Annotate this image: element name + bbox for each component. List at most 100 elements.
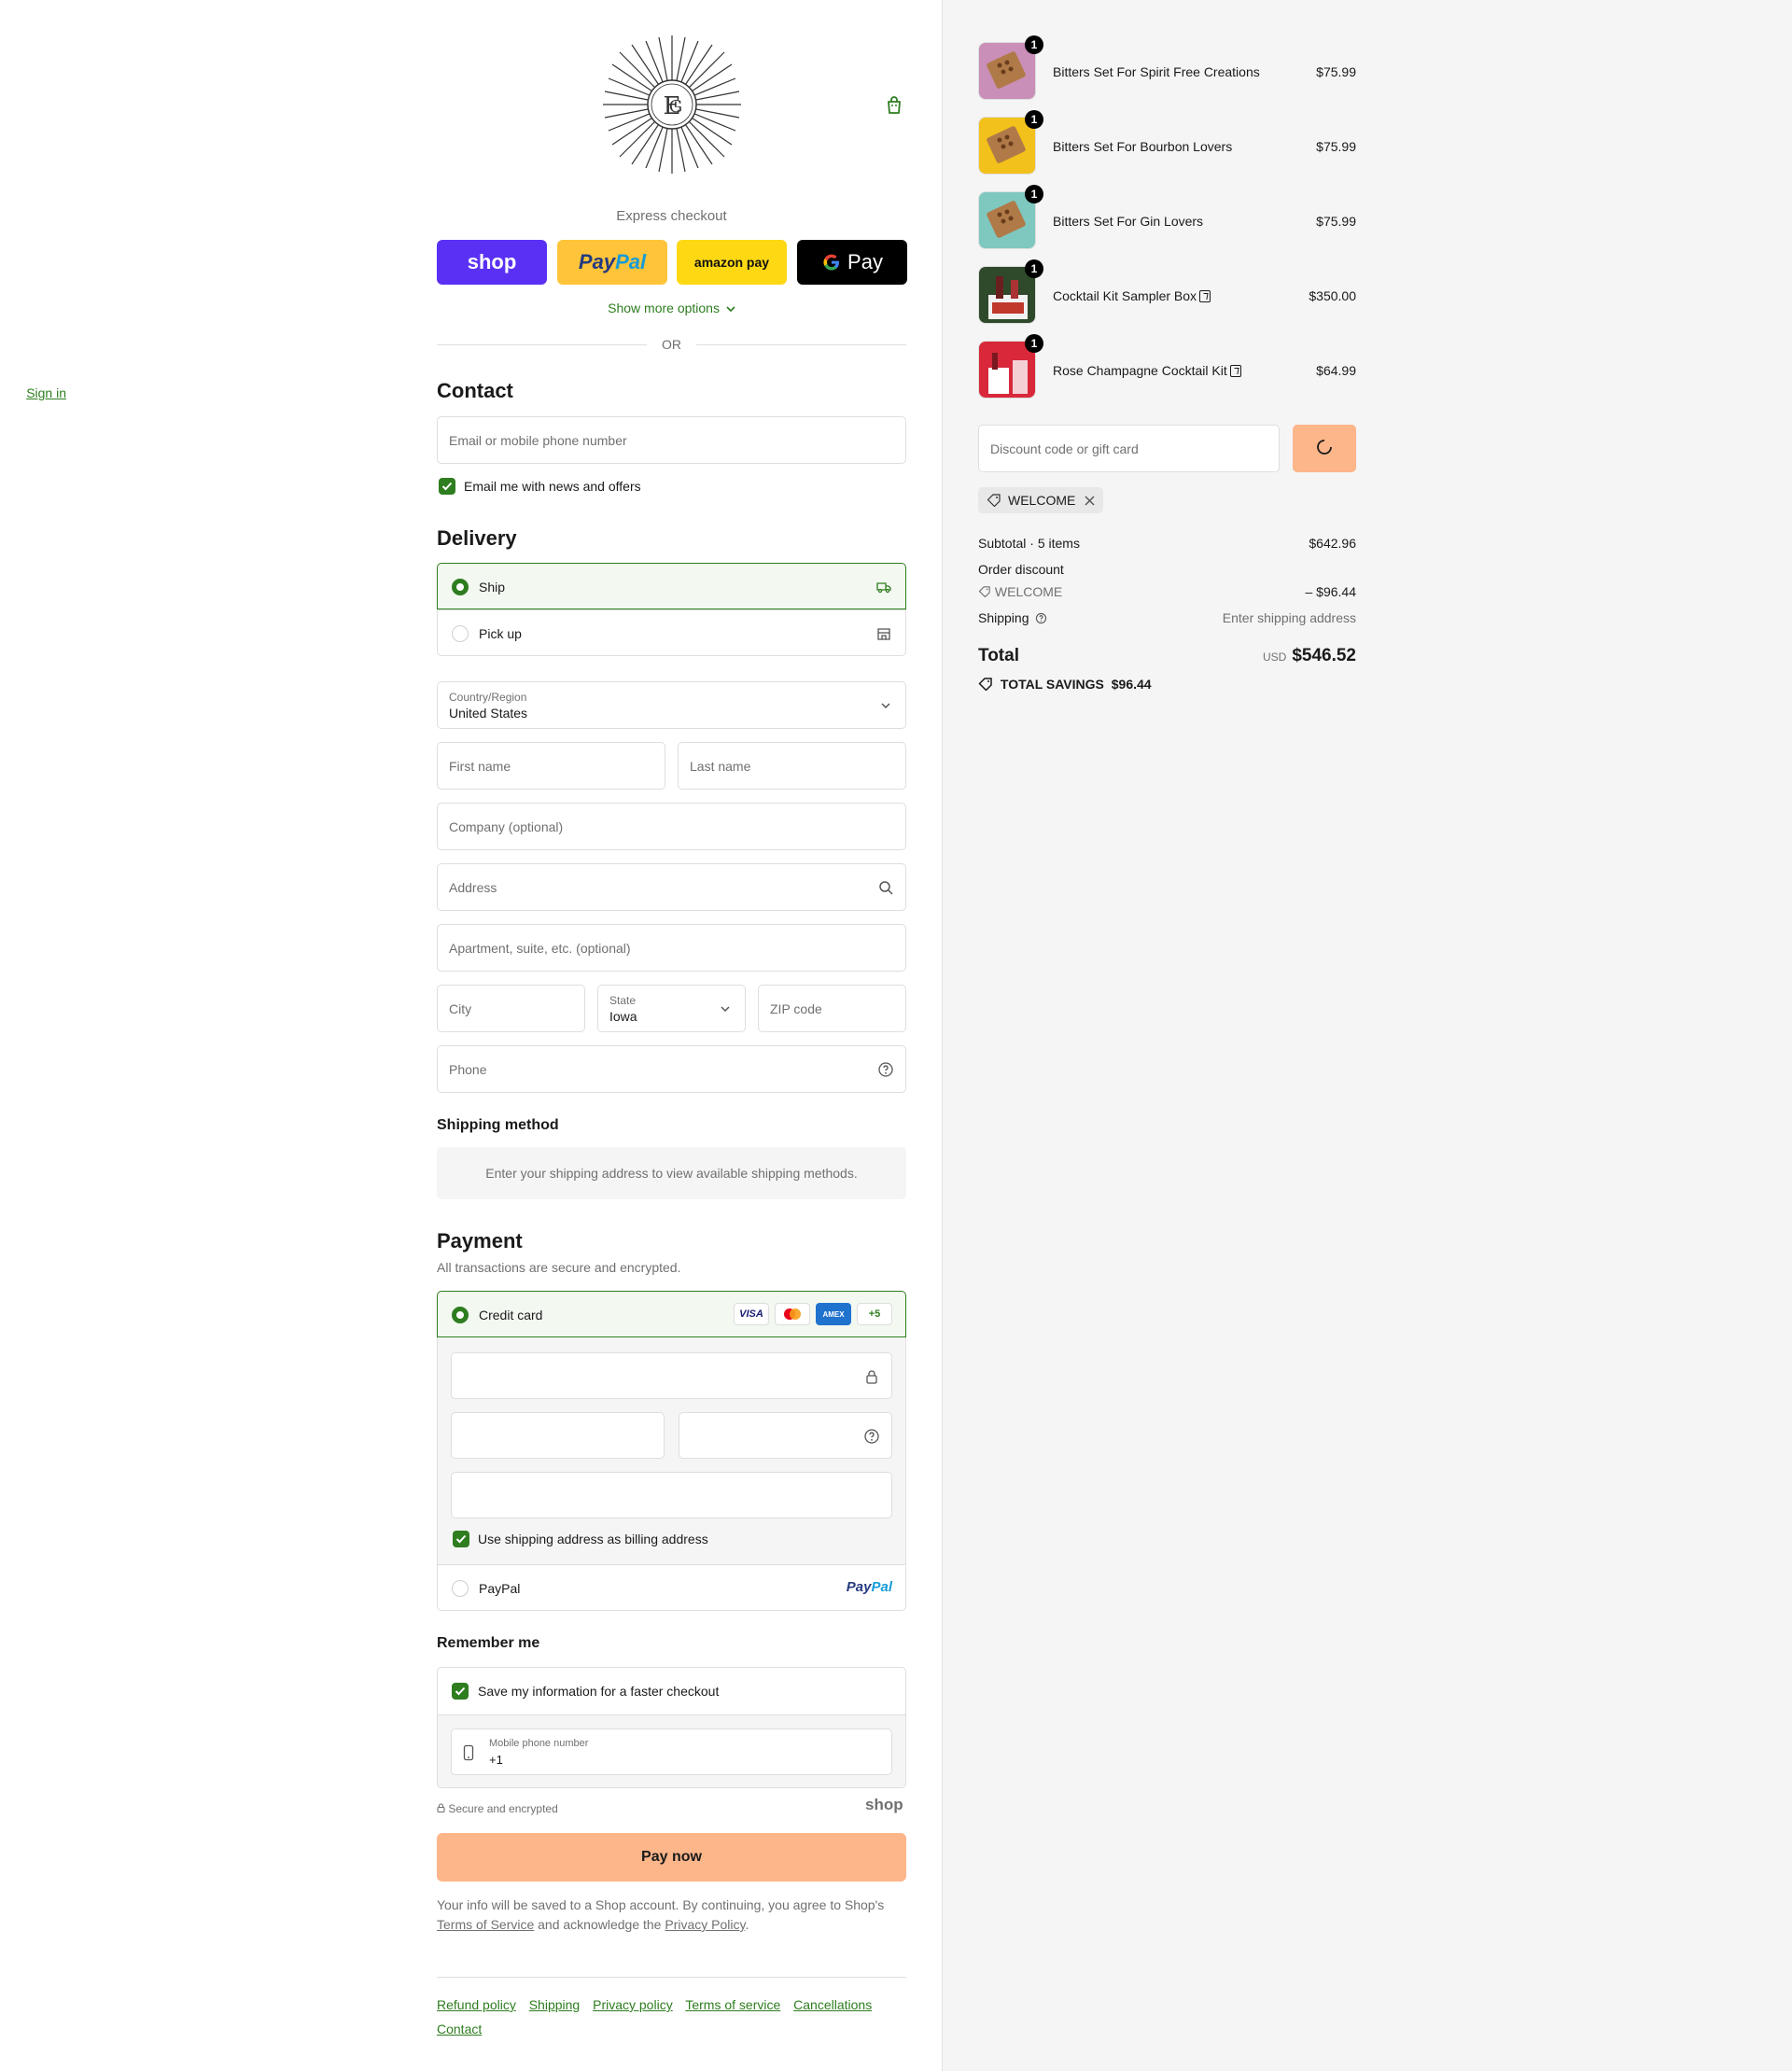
quantity-badge: 1 xyxy=(1025,35,1043,54)
amazon-pay-label: amazon pay xyxy=(693,255,770,270)
quantity-badge: 1 xyxy=(1025,185,1043,203)
search-icon xyxy=(879,881,893,895)
help-circle-icon[interactable] xyxy=(1035,612,1047,624)
help-circle-icon[interactable] xyxy=(877,1061,894,1078)
footer-link-privacy[interactable]: Privacy policy xyxy=(593,1997,673,2012)
help-circle-icon[interactable] xyxy=(863,1428,880,1445)
news-checkbox[interactable] xyxy=(439,478,455,495)
apply-discount-button[interactable] xyxy=(1293,425,1356,472)
shipping-row: Shipping xyxy=(978,610,1047,625)
radio-ship[interactable] xyxy=(452,579,469,595)
subtotal-value: $642.96 xyxy=(1309,536,1356,551)
cart-item: 1 Bitters Set For Gin Lovers $75.99 xyxy=(978,185,1356,251)
amazon-pay-button[interactable]: amazon pay xyxy=(677,240,787,285)
state-select[interactable]: State Iowa xyxy=(597,985,746,1032)
last-name-field[interactable]: Last name xyxy=(678,742,906,790)
card-expiry-field[interactable] xyxy=(451,1412,665,1459)
savings-label: TOTAL SAVINGS xyxy=(1000,677,1104,692)
item-name: Bitters Set For Spirit Free Creations xyxy=(1053,64,1260,79)
currency-code: USD xyxy=(1262,651,1287,664)
state-value: Iowa xyxy=(609,1009,637,1024)
applied-discount-tag: WELCOME xyxy=(978,487,1103,513)
checkout-main: E G Express checkout shop Pay Pal amazon … xyxy=(0,0,942,2071)
footer-link-cancellations[interactable]: Cancellations xyxy=(793,1997,872,2012)
privacy-policy-link[interactable]: Privacy Policy xyxy=(665,1917,745,1932)
footer-link-refund[interactable]: Refund policy xyxy=(437,1997,516,2012)
discount-code-field[interactable]: Discount code or gift card xyxy=(978,425,1280,472)
ship-label: Ship xyxy=(479,580,506,595)
footer-link-terms[interactable]: Terms of service xyxy=(685,1997,780,2012)
payment-option-paypal[interactable]: PayPal PayPal xyxy=(437,1564,906,1611)
legal-text-3: . xyxy=(745,1917,749,1932)
remember-heading: Remember me xyxy=(437,1635,540,1651)
zip-field[interactable]: ZIP code xyxy=(758,985,906,1032)
card-cvv-field[interactable] xyxy=(679,1412,892,1459)
contact-heading: Contact xyxy=(437,379,513,402)
remember-phone-label: Mobile phone number xyxy=(489,1738,589,1749)
footer-link-contact[interactable]: Contact xyxy=(437,2022,482,2036)
paypal-option-label: PayPal xyxy=(479,1581,521,1596)
more-cards-badge: +5 xyxy=(857,1303,892,1325)
city-field[interactable]: City xyxy=(437,985,585,1032)
card-name-field[interactable] xyxy=(451,1472,892,1518)
item-price: $64.99 xyxy=(1316,363,1356,378)
close-icon[interactable] xyxy=(1085,496,1095,506)
shop-pay-button[interactable]: shop xyxy=(437,240,547,285)
remember-phone-value: +1 xyxy=(489,1753,503,1767)
lock-icon xyxy=(866,1370,877,1384)
billing-same-checkbox[interactable] xyxy=(453,1531,469,1547)
google-pay-label: Pay xyxy=(847,250,883,273)
apartment-field[interactable]: Apartment, suite, etc. (optional) xyxy=(437,924,906,972)
tag-icon xyxy=(978,586,990,598)
item-name: Bitters Set For Bourbon Lovers xyxy=(1053,139,1233,154)
delivery-option-ship[interactable]: Ship xyxy=(437,563,906,609)
or-label: OR xyxy=(662,337,681,352)
paypal-logo-a: Pay xyxy=(846,1579,872,1595)
phone-placeholder: Phone xyxy=(449,1062,487,1077)
radio-credit-card[interactable] xyxy=(452,1307,469,1323)
address-field[interactable]: Address xyxy=(437,863,906,911)
pay-now-button[interactable]: Pay now xyxy=(437,1833,906,1882)
show-more-options[interactable]: Show more options xyxy=(437,301,906,315)
delivery-method-group: Ship Pick up xyxy=(437,563,906,657)
email-placeholder: Email or mobile phone number xyxy=(449,433,627,448)
paypal-express-button[interactable]: Pay Pal xyxy=(557,240,667,285)
terms-of-service-link[interactable]: Terms of Service xyxy=(437,1917,534,1932)
shop-logo: shop xyxy=(865,1796,903,1813)
last-name-placeholder: Last name xyxy=(690,759,751,774)
legal-text-2: and acknowledge the xyxy=(538,1917,662,1932)
radio-paypal[interactable] xyxy=(452,1580,469,1597)
country-value: United States xyxy=(449,706,528,721)
sign-in-link[interactable]: Sign in xyxy=(26,385,66,400)
footer-link-shipping[interactable]: Shipping xyxy=(529,1997,581,2012)
show-more-label: Show more options xyxy=(608,301,720,315)
paypal-label-b: Pal xyxy=(615,250,647,273)
payment-option-credit-card[interactable]: Credit card VISA AMEX +5 xyxy=(437,1291,906,1337)
phone-field[interactable]: Phone xyxy=(437,1045,906,1093)
credit-card-label: Credit card xyxy=(479,1308,543,1322)
payment-heading: Payment xyxy=(437,1229,523,1252)
remember-phone-field[interactable]: Mobile phone number +1 xyxy=(451,1728,892,1775)
item-name: Cocktail Kit Sampler Box xyxy=(1053,288,1211,303)
save-info-checkbox[interactable] xyxy=(452,1683,469,1700)
mobile-phone-icon xyxy=(463,1744,474,1761)
news-label: Email me with news and offers xyxy=(464,479,641,494)
svg-text:G: G xyxy=(669,97,682,117)
google-pay-button[interactable]: Pay xyxy=(797,240,907,285)
store-icon xyxy=(877,628,890,640)
check-icon xyxy=(455,1534,467,1544)
radio-pickup[interactable] xyxy=(452,625,469,642)
shipping-value: Enter shipping address xyxy=(1222,610,1356,625)
cart-icon[interactable] xyxy=(883,94,905,117)
email-field[interactable]: Email or mobile phone number xyxy=(437,416,906,464)
country-select[interactable]: Country/Region United States xyxy=(437,681,906,729)
card-number-field[interactable] xyxy=(451,1352,892,1399)
company-field[interactable]: Company (optional) xyxy=(437,803,906,850)
mastercard-icon xyxy=(775,1303,810,1325)
item-name-text: Rose Champagne Cocktail Kit xyxy=(1053,363,1227,378)
shipping-method-info: Enter your shipping address to view avai… xyxy=(437,1147,906,1199)
quantity-badge: 1 xyxy=(1025,110,1043,129)
delivery-option-pickup[interactable]: Pick up xyxy=(437,609,906,656)
order-discount-label: Order discount xyxy=(978,562,1064,577)
first-name-field[interactable]: First name xyxy=(437,742,665,790)
